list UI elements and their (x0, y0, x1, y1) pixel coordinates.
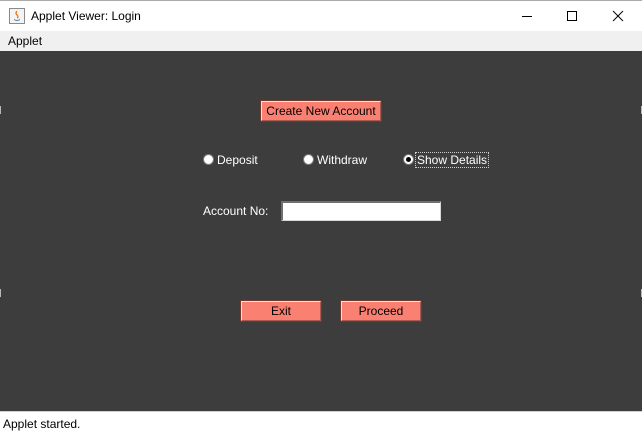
window-title: Applet Viewer: Login (31, 9, 141, 23)
java-cup-icon (9, 8, 25, 24)
close-icon (612, 10, 624, 22)
radio-withdraw[interactable]: Withdraw (303, 152, 383, 168)
menu-bar: Applet (0, 31, 642, 51)
maximize-button[interactable] (549, 1, 595, 31)
create-new-account-button[interactable]: Create New Account (260, 100, 382, 122)
radio-dot (203, 154, 214, 165)
left-edge-mark (0, 289, 1, 297)
radio-label: Show Details (414, 152, 490, 168)
title-bar: Applet Viewer: Login (0, 0, 642, 31)
status-text: Applet started. (3, 417, 81, 431)
exit-button[interactable]: Exit (240, 300, 322, 322)
radio-dot (303, 154, 314, 165)
close-button[interactable] (595, 1, 641, 31)
account-no-label: Account No: (203, 204, 269, 218)
minimize-button[interactable] (504, 1, 550, 31)
applet-panel: Create New Account Deposit Withdraw Show… (0, 51, 642, 411)
account-no-field[interactable] (281, 201, 441, 221)
maximize-icon (567, 11, 577, 21)
radio-label: Deposit (217, 153, 258, 167)
radio-label: Withdraw (317, 153, 368, 167)
radio-dot-selected (403, 154, 414, 165)
left-edge-mark (0, 106, 1, 114)
menu-applet[interactable]: Applet (8, 34, 42, 48)
radio-show-details[interactable]: Show Details (403, 152, 503, 168)
proceed-button[interactable]: Proceed (340, 300, 422, 322)
status-bar: Applet started. (0, 411, 642, 437)
radio-deposit[interactable]: Deposit (203, 152, 273, 168)
minimize-icon (522, 16, 532, 17)
